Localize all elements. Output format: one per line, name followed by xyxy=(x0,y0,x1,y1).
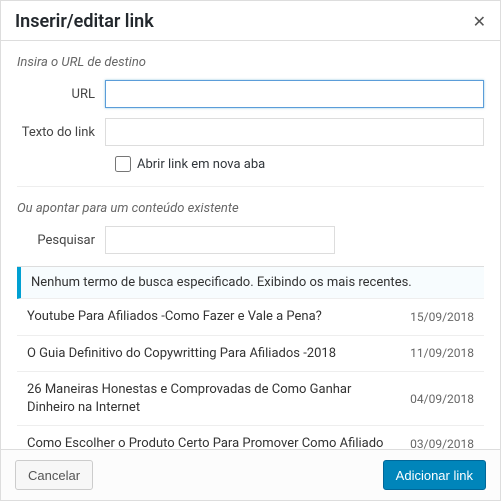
url-row: URL xyxy=(17,80,484,108)
dialog-title: Inserir/editar link xyxy=(15,11,154,32)
search-notice: Nenhum termo de busca especificado. Exib… xyxy=(17,267,484,299)
url-label: URL xyxy=(17,87,105,102)
search-input[interactable] xyxy=(105,226,335,254)
result-date: 15/09/2018 xyxy=(410,310,474,324)
result-title: 26 Maneiras Honestas e Comprovadas de Co… xyxy=(27,381,398,416)
dialog-titlebar: Inserir/editar link ✕ xyxy=(1,1,500,41)
destination-hint: Insira o URL de destino xyxy=(17,55,484,70)
new-tab-checkbox[interactable] xyxy=(115,156,131,172)
insert-link-dialog: Inserir/editar link ✕ Insira o URL de de… xyxy=(0,0,501,501)
result-title: Youtube Para Afiliados -Como Fazer e Val… xyxy=(27,308,322,326)
search-row: Pesquisar xyxy=(17,226,484,254)
result-item[interactable]: Como Escolher o Produto Certo Para Promo… xyxy=(17,426,484,449)
dialog-body: Insira o URL de destino URL Texto do lin… xyxy=(1,41,500,449)
close-icon[interactable]: ✕ xyxy=(473,14,486,30)
result-date: 04/09/2018 xyxy=(410,392,474,406)
link-text-input[interactable] xyxy=(105,118,484,146)
result-item[interactable]: 26 Maneiras Honestas e Comprovadas de Co… xyxy=(17,372,484,426)
existing-content-hint: Ou apontar para um conteúdo existente xyxy=(17,186,484,216)
new-tab-row: Abrir link em nova aba xyxy=(115,156,484,172)
dialog-footer: Cancelar Adicionar link xyxy=(1,449,500,500)
result-item[interactable]: Youtube Para Afiliados -Como Fazer e Val… xyxy=(17,299,484,336)
result-date: 11/09/2018 xyxy=(410,346,474,360)
results-list[interactable]: Nenhum termo de busca especificado. Exib… xyxy=(17,266,484,449)
result-item[interactable]: O Guia Definitivo do Copywritting Para A… xyxy=(17,336,484,373)
add-link-button[interactable]: Adicionar link xyxy=(383,460,486,490)
cancel-button[interactable]: Cancelar xyxy=(15,460,93,490)
url-input[interactable] xyxy=(105,80,484,108)
result-date: 03/09/2018 xyxy=(410,437,474,449)
search-label: Pesquisar xyxy=(17,233,105,248)
result-title: Como Escolher o Produto Certo Para Promo… xyxy=(27,435,383,449)
result-title: O Guia Definitivo do Copywritting Para A… xyxy=(27,345,336,363)
link-text-label: Texto do link xyxy=(17,125,105,140)
new-tab-label: Abrir link em nova aba xyxy=(137,157,265,172)
link-text-row: Texto do link xyxy=(17,118,484,146)
